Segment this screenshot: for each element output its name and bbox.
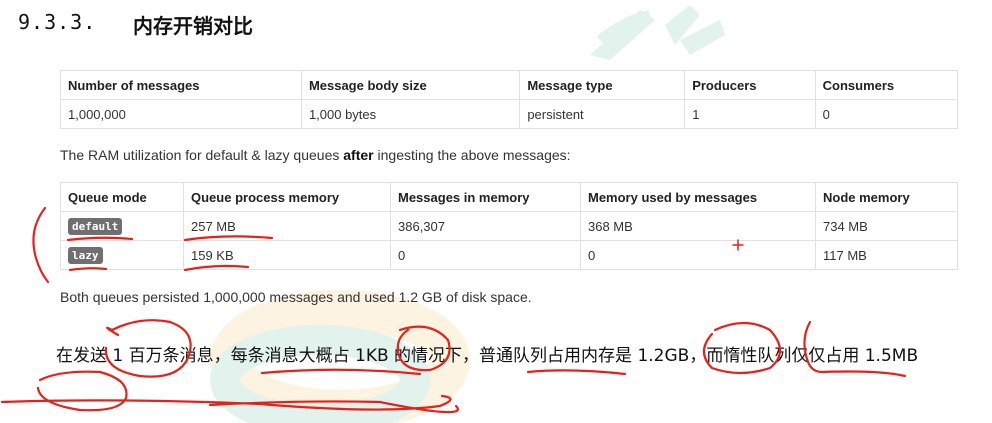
- swoosh-mark: [0, 394, 452, 411]
- table-header-cell: Queue process memory: [183, 182, 391, 212]
- section-heading: 9.3.3. 内存开销对比: [18, 10, 253, 38]
- caption-text: The RAM utilization for default & lazy q…: [60, 147, 344, 163]
- table-header-cell: Queue mode: [60, 182, 184, 212]
- table-cell: 1,000,000: [60, 99, 302, 129]
- caption-bold: after: [343, 147, 374, 163]
- table-cell: 734 MB: [815, 211, 958, 241]
- queue-mode-badge: default: [68, 217, 123, 235]
- table-header-row: Queue mode Queue process memory Messages…: [60, 182, 958, 212]
- table-row: lazy 159 KB 0 0 117 MB: [60, 240, 958, 270]
- disk-footnote: Both queues persisted 1,000,000 messages…: [60, 289, 532, 305]
- ram-utilization-table: Queue mode Queue process memory Messages…: [60, 182, 958, 270]
- table-cell: 1,000 bytes: [300, 99, 521, 129]
- table-cell: 257 MB: [183, 211, 391, 241]
- table-header-row: Number of messages Message body size Mes…: [60, 70, 959, 100]
- table-header-cell: Message body size: [300, 70, 521, 100]
- table-cell: 0: [580, 240, 816, 270]
- table-cell: 159 KB: [183, 240, 391, 270]
- table-cell: 368 MB: [580, 211, 816, 241]
- bracket-mark: [32, 206, 50, 284]
- table-header-cell: Consumers: [814, 70, 959, 100]
- table-cell: 0: [390, 240, 581, 270]
- table-header-cell: Messages in memory: [390, 182, 581, 212]
- test-parameters-table: Number of messages Message body size Mes…: [60, 70, 959, 129]
- table-cell: persistent: [519, 99, 686, 129]
- table-header-cell: Node memory: [815, 182, 958, 212]
- table-cell: 117 MB: [815, 240, 958, 270]
- section-number: 9.3.3.: [18, 10, 97, 34]
- table-header-cell: Memory used by messages: [580, 182, 816, 212]
- table-header-cell: Producers: [684, 70, 816, 100]
- table-row: 1,000,000 1,000 bytes persistent 1 0: [60, 99, 959, 129]
- queue-mode-badge: lazy: [68, 246, 103, 264]
- table-row: default 257 MB 386,307 368 MB 734 MB: [60, 211, 958, 241]
- section-title: 内存开销对比: [133, 14, 253, 38]
- table-cell: 1: [684, 99, 816, 129]
- table-cell: lazy: [60, 240, 184, 270]
- circle-mark: [36, 370, 128, 412]
- caption-text: ingesting the above messages:: [373, 147, 571, 163]
- swoosh-mark: [208, 400, 459, 414]
- summary-paragraph: 在发送 1 百万条消息，每条消息大概占 1KB 的情况下，普通队列占用内存是 1…: [56, 346, 919, 366]
- table-header-cell: Number of messages: [60, 70, 302, 100]
- table-header-cell: Message type: [519, 70, 686, 100]
- table-cell: 386,307: [390, 211, 581, 241]
- table-cell: default: [60, 211, 184, 241]
- ram-caption: The RAM utilization for default & lazy q…: [60, 147, 571, 163]
- table-cell: 0: [814, 99, 959, 129]
